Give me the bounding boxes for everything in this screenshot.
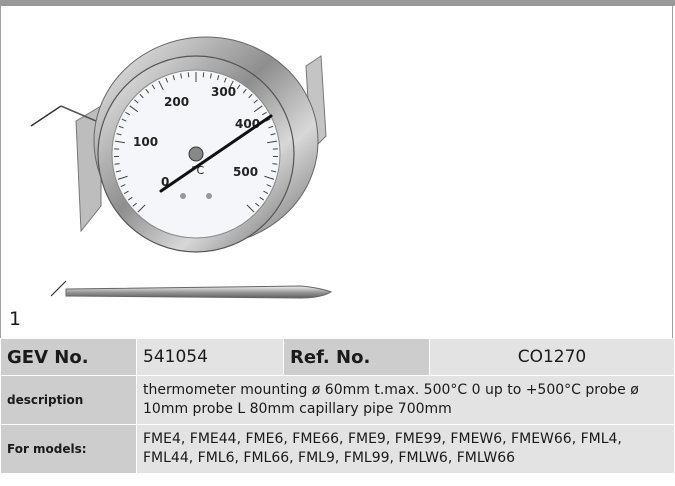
table-row: For models: FME4, FME44, FME6, FME66, FM…	[0, 424, 675, 474]
ref-value: CO1270	[429, 338, 675, 376]
scale-label: 300	[211, 85, 236, 99]
models-value: FME4, FME44, FME6, FME66, FME9, FME99, F…	[136, 424, 675, 474]
description-value: thermometer mounting ø 60mm t.max. 500°C…	[136, 375, 675, 425]
models-label: For models:	[0, 424, 137, 474]
scale-label: 400	[235, 117, 260, 131]
spec-table: GEV No. 541054 Ref. No. CO1270 descripti…	[0, 338, 675, 474]
gev-label: GEV No.	[0, 338, 137, 376]
scale-label: 100	[133, 135, 158, 149]
product-sheet: 0 100 200 300 400 500 °C 1 GEV No. 54105…	[0, 0, 675, 486]
thermometer-dial-icon: 0 100 200 300 400 500 °C	[30, 36, 333, 299]
scale-label: 200	[164, 95, 189, 109]
gev-value: 541054	[136, 338, 284, 376]
scale-label: 500	[233, 165, 258, 179]
ref-label: Ref. No.	[283, 338, 430, 376]
description-label: description	[0, 375, 137, 425]
table-row: description thermometer mounting ø 60mm …	[0, 375, 675, 425]
figure-number: 1	[9, 308, 22, 330]
table-row: GEV No. 541054 Ref. No. CO1270	[0, 338, 675, 376]
image-frame: 0 100 200 300 400 500 °C 1	[0, 6, 673, 338]
